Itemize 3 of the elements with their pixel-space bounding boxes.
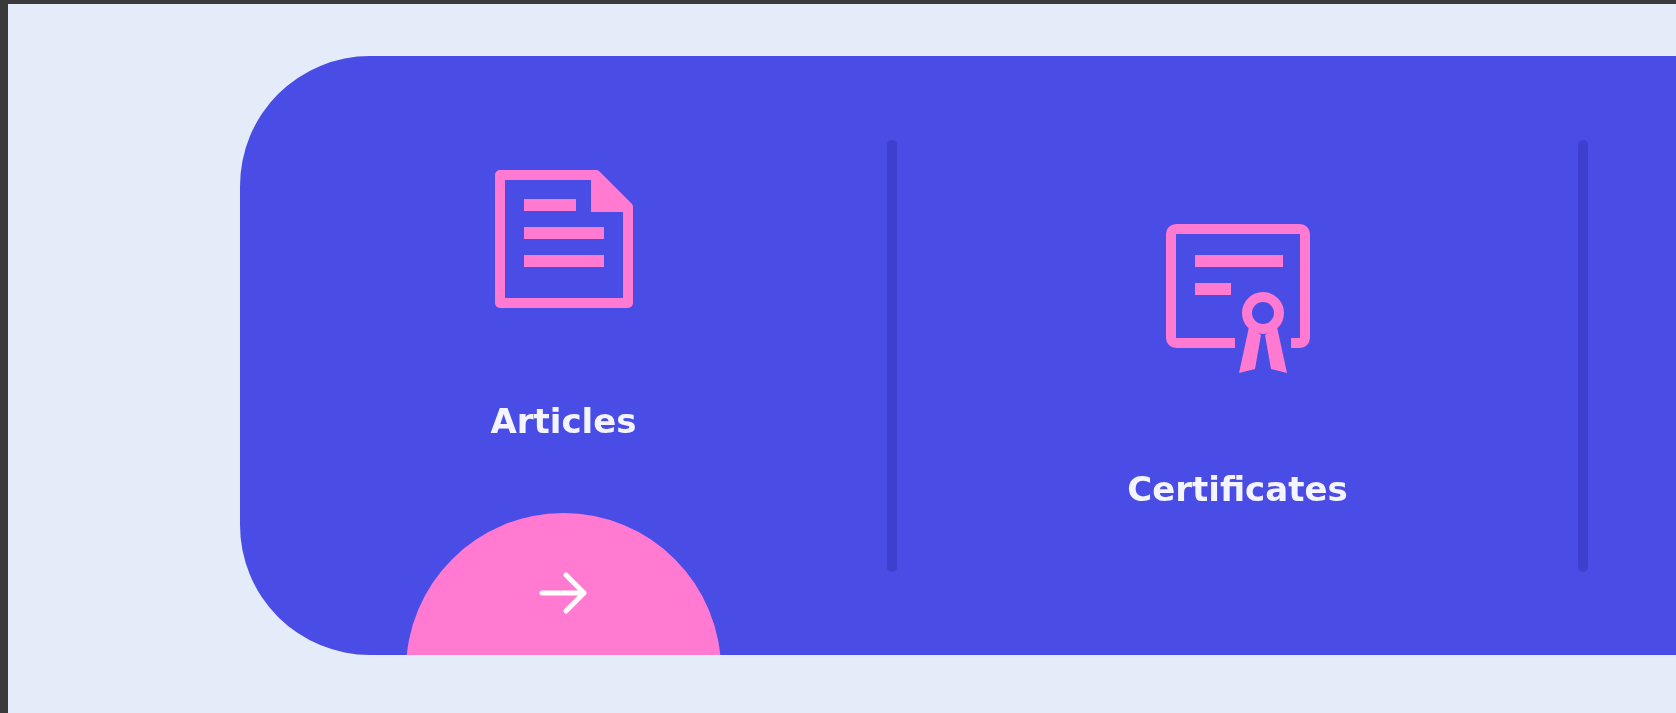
document-icon [493, 169, 634, 309]
feature-label: Articles [490, 401, 637, 441]
feature-label: Certificates [1127, 468, 1348, 509]
